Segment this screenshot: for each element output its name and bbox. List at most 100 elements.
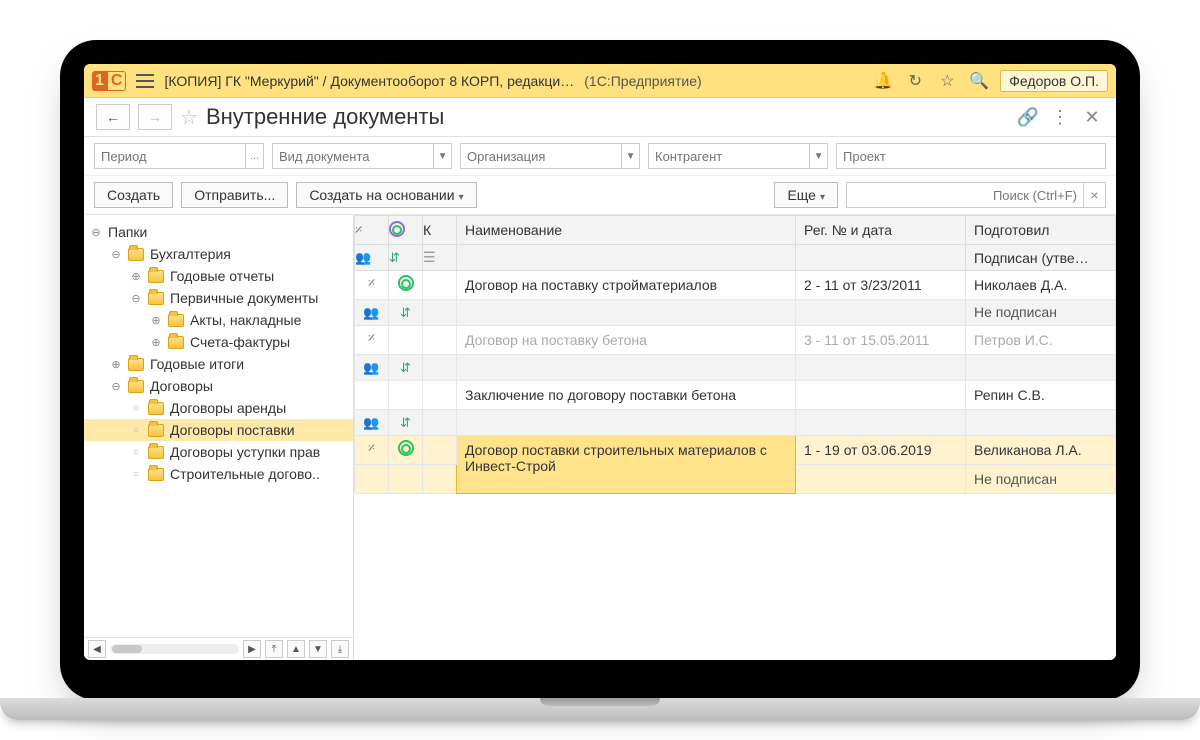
close-icon[interactable]: ✕ bbox=[1080, 107, 1104, 128]
scroll-down-icon[interactable]: ▼ bbox=[309, 640, 327, 658]
bullet-icon: ○ bbox=[130, 469, 142, 480]
col-k[interactable]: К bbox=[423, 216, 457, 245]
tree-annual-reports[interactable]: ⊕ Годовые отчеты bbox=[84, 265, 353, 287]
col-name[interactable]: Наименование bbox=[457, 216, 796, 245]
more-icon[interactable]: ⋮ bbox=[1048, 107, 1072, 128]
chevron-down-icon[interactable]: ▼ bbox=[621, 144, 639, 168]
col-signed[interactable]: Подписан (утве… bbox=[966, 245, 1116, 271]
folder-icon bbox=[148, 446, 164, 459]
paperclip-icon: 𝄎 bbox=[368, 330, 375, 347]
table-row-sub[interactable]: 👥 ⇵ Не подписан bbox=[355, 300, 1116, 326]
scroll-up-icon[interactable]: ▲ bbox=[287, 640, 305, 658]
col-regno[interactable]: Рег. № и дата bbox=[796, 216, 966, 245]
star-icon[interactable]: ☆ bbox=[936, 71, 958, 91]
collapse-icon[interactable]: ⊖ bbox=[90, 226, 102, 239]
filter-organization[interactable]: ▼ bbox=[460, 143, 640, 169]
cell-name: Договор поставки строительных материалов… bbox=[457, 436, 796, 494]
table-row[interactable]: 𝄎 Договор на поставку бетона 3 - 11 от 1… bbox=[355, 326, 1116, 355]
table-row-sub[interactable]: 👥 ⇵ bbox=[355, 355, 1116, 381]
collapse-icon[interactable]: ⊖ bbox=[110, 248, 122, 261]
search-input[interactable] bbox=[847, 188, 1083, 203]
cell-signed bbox=[966, 355, 1116, 381]
current-user[interactable]: Федоров О.П. bbox=[1000, 70, 1108, 92]
nav-forward-button[interactable]: → bbox=[138, 104, 172, 130]
filter-period[interactable]: … bbox=[94, 143, 264, 169]
tree-invoices[interactable]: ⊕ Счета-фактуры bbox=[84, 331, 353, 353]
folder-icon bbox=[168, 336, 184, 349]
tree-root[interactable]: ⊖ Папки bbox=[84, 221, 353, 243]
tree-assignment[interactable]: ○ Договоры уступки прав bbox=[84, 441, 353, 463]
cell-author: Николаев Д.А. bbox=[966, 271, 1116, 300]
expand-icon[interactable]: ⊕ bbox=[130, 270, 142, 283]
filter-period-picker[interactable]: … bbox=[245, 144, 263, 168]
folder-icon bbox=[148, 292, 164, 305]
table-row[interactable]: 𝄎 Договор поставки строительных материал… bbox=[355, 436, 1116, 465]
filter-period-input[interactable] bbox=[95, 149, 245, 164]
stamp-icon bbox=[398, 440, 414, 456]
scroll-bottom-icon[interactable]: ⤓ bbox=[331, 640, 349, 658]
folder-icon bbox=[148, 270, 164, 283]
cell-regno bbox=[796, 381, 966, 410]
favorite-star-icon[interactable]: ☆ bbox=[180, 105, 198, 130]
page-header: ← → ☆ Внутренние документы 🔗 ⋮ ✕ bbox=[84, 98, 1116, 137]
filter-doc-type[interactable]: ▼ bbox=[272, 143, 452, 169]
filter-project[interactable] bbox=[836, 143, 1106, 169]
tree-rent[interactable]: ○ Договоры аренды bbox=[84, 397, 353, 419]
document-grid: 𝄎 К Наименование Рег. № и дата Подготови… bbox=[354, 215, 1116, 660]
collapse-icon[interactable]: ⊖ bbox=[110, 380, 122, 393]
table-row[interactable]: 𝄎 Договор на поставку стройматериалов 2 … bbox=[355, 271, 1116, 300]
table-header-row: 𝄎 К Наименование Рег. № и дата Подготови… bbox=[355, 216, 1116, 245]
bell-icon[interactable]: 🔔 bbox=[872, 71, 894, 91]
app-title: [КОПИЯ] ГК "Меркурий" / Документооборот … bbox=[164, 73, 574, 89]
create-based-button[interactable]: Создать на основании▾ bbox=[296, 182, 476, 208]
clear-search-icon[interactable]: × bbox=[1083, 183, 1105, 207]
filter-counterparty[interactable]: ▼ bbox=[648, 143, 828, 169]
expand-icon[interactable]: ⊕ bbox=[150, 336, 162, 349]
table-subheader-row: 👥 ⇵ ☰ Подписан (утве… bbox=[355, 245, 1116, 271]
tree-primary-docs[interactable]: ⊖ Первичные документы bbox=[84, 287, 353, 309]
tree-accounting[interactable]: ⊖ Бухгалтерия bbox=[84, 243, 353, 265]
tree-construction[interactable]: ○ Строительные догово.. bbox=[84, 463, 353, 485]
link-icon[interactable]: 🔗 bbox=[1016, 107, 1040, 128]
menu-icon[interactable] bbox=[136, 74, 154, 88]
folder-tree: ⊖ Папки ⊖ Бухгалтерия ⊕ Годовые отчеты bbox=[84, 215, 354, 660]
expand-icon[interactable]: ⊕ bbox=[150, 314, 162, 327]
search-icon[interactable]: 🔍 bbox=[968, 71, 990, 91]
folder-icon bbox=[128, 248, 144, 261]
col-author[interactable]: Подготовил bbox=[966, 216, 1116, 245]
people-icon: 👥 bbox=[355, 250, 371, 265]
collapse-icon[interactable]: ⊖ bbox=[130, 292, 142, 305]
filter-project-input[interactable] bbox=[837, 149, 1105, 164]
col-attach[interactable]: 𝄎 bbox=[355, 216, 389, 245]
tree-supply[interactable]: ○ Договоры поставки bbox=[84, 419, 353, 441]
scroll-right-icon[interactable]: ▶ bbox=[243, 640, 261, 658]
folder-icon bbox=[128, 380, 144, 393]
chevron-down-icon[interactable]: ▼ bbox=[433, 144, 451, 168]
scroll-top-icon[interactable]: ⤒ bbox=[265, 640, 283, 658]
table-row-sub[interactable]: 👥 ⇵ bbox=[355, 410, 1116, 436]
scroll-left-icon[interactable]: ◀ bbox=[88, 640, 106, 658]
expand-icon[interactable]: ⊕ bbox=[110, 358, 122, 371]
history-icon[interactable]: ↻ bbox=[904, 71, 926, 91]
filter-org-input[interactable] bbox=[461, 149, 621, 164]
tree-footer: ◀ ▶ ⤒ ▲ ▼ ⤓ bbox=[84, 637, 353, 660]
chevron-down-icon[interactable]: ▼ bbox=[809, 144, 827, 168]
search-field[interactable]: × bbox=[846, 182, 1106, 208]
filter-doc-type-input[interactable] bbox=[273, 149, 433, 164]
stamp-icon bbox=[398, 275, 414, 291]
filter-counterparty-input[interactable] bbox=[649, 149, 809, 164]
cell-author: Петров И.С. bbox=[966, 326, 1116, 355]
col-stamp[interactable] bbox=[389, 216, 423, 245]
folder-icon bbox=[168, 314, 184, 327]
tree-contracts[interactable]: ⊖ Договоры bbox=[84, 375, 353, 397]
tree-annual-totals[interactable]: ⊕ Годовые итоги bbox=[84, 353, 353, 375]
nav-back-button[interactable]: ← bbox=[96, 104, 130, 130]
tree-acts[interactable]: ⊕ Акты, накладные bbox=[84, 309, 353, 331]
bullet-icon: ○ bbox=[130, 403, 142, 414]
create-button[interactable]: Создать bbox=[94, 182, 173, 208]
more-button[interactable]: Еще▾ bbox=[774, 182, 838, 208]
send-button[interactable]: Отправить... bbox=[181, 182, 288, 208]
horizontal-scrollbar[interactable] bbox=[110, 644, 239, 654]
table-row[interactable]: Заключение по договору поставки бетона Р… bbox=[355, 381, 1116, 410]
cell-author: Репин С.В. bbox=[966, 381, 1116, 410]
